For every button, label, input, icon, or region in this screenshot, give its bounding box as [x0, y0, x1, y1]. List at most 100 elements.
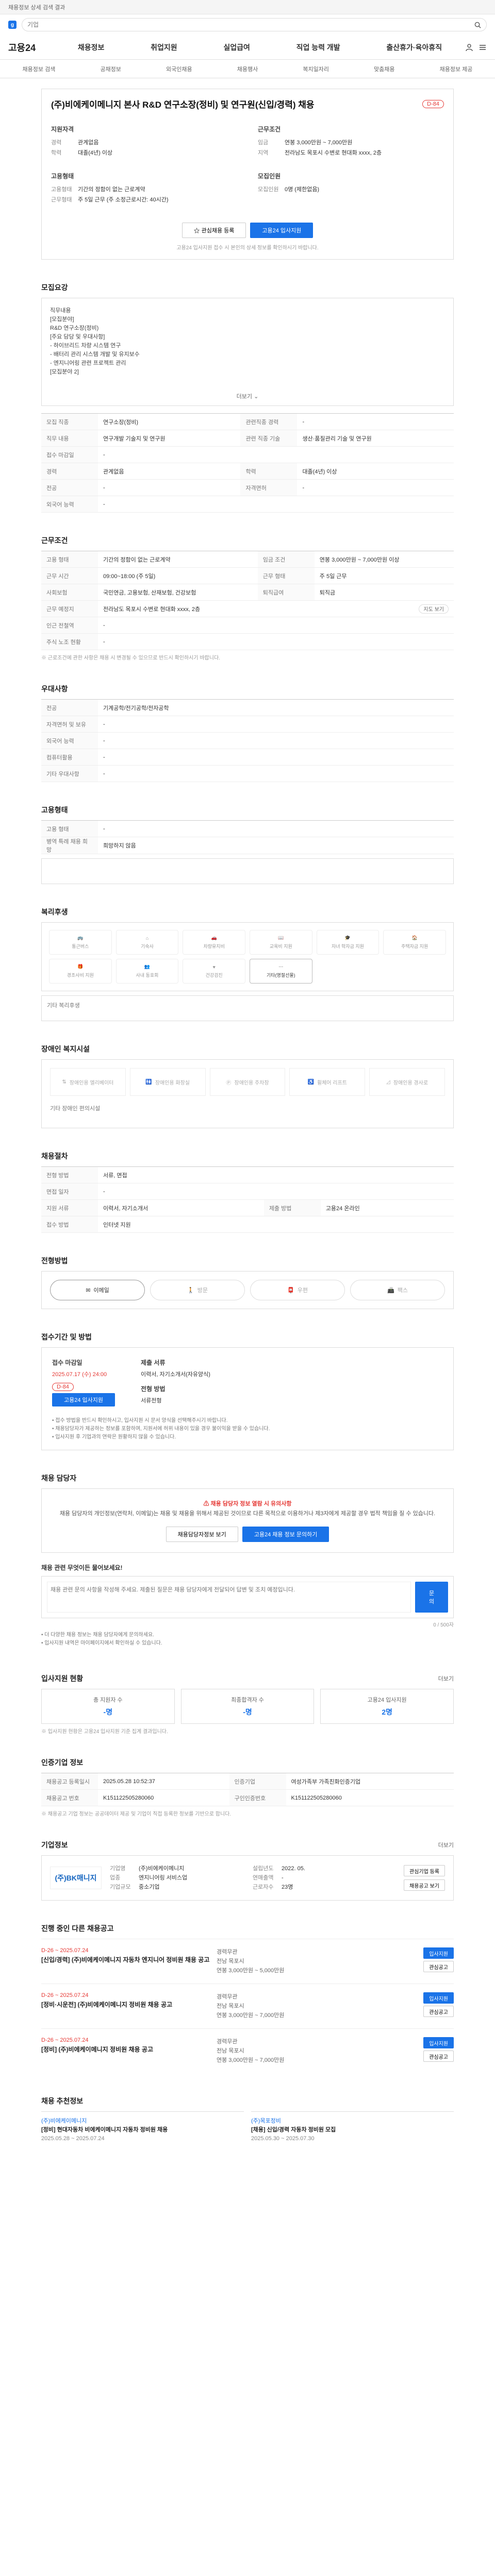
benefits-grid: 🚌 통근버스 ⌂ 기숙사 🚗 차량유지비 📖 교육비 지원 🎓 자녀 학자금 지원 🏠 주택… [42, 923, 453, 991]
table-value: 여성가족부 가족친화인증기업 [286, 1773, 454, 1790]
follow-company-button[interactable]: 관심기업 등록 [404, 1865, 445, 1876]
table-row: 자격면허 및 보유 - [41, 716, 454, 733]
stat-card: 고용24 입사지원 2명 [320, 1689, 454, 1724]
desc-line: [모집분야 2] [50, 369, 79, 375]
job-link-title[interactable]: [정비] (주)비에케이메니지 정비원 채용 공고 [41, 2045, 211, 2054]
table-row: 외국어 능력 - [41, 732, 454, 749]
brand-logo[interactable]: 고용24 [8, 41, 55, 54]
company-info-value: 23명 [282, 1884, 293, 1890]
recommend-card[interactable]: (주)비에케이메니지 [정비] 현대자동차 비에케이메니지 자동차 정비원 채용… [41, 2111, 244, 2143]
parking-icon: Ⓟ [226, 1080, 232, 1086]
map-button[interactable]: 지도 보기 [419, 604, 449, 614]
conditions-note: ※ 근로조건에 관한 사항은 채용 시 변경될 수 있으므로 반드시 확인하시기… [41, 655, 220, 661]
gnb-menu-item[interactable]: 실업급여 [223, 42, 250, 53]
summary-key: 임금 [258, 140, 269, 146]
desc-line: - 배터리 관리 시스템 개발 및 유지보수 [50, 351, 140, 358]
company-jobs-button[interactable]: 채용공고 보기 [404, 1879, 445, 1891]
table-key: 접수 방법 [41, 1216, 98, 1233]
welfare-label: 장애인용 주차장 [234, 1080, 269, 1086]
menu-icon[interactable] [478, 43, 487, 52]
user-icon[interactable] [465, 43, 473, 52]
method-visit: 🚶 방문 [150, 1280, 245, 1300]
list-item[interactable]: D-26 ~ 2025.07.24 [신입/경력] (주)비에케이메니지 자동차 … [41, 1939, 454, 1984]
company-header: 기업정보 더보기 [41, 1817, 454, 1855]
table-value: 연구소장(정비) [98, 413, 241, 430]
subnav-item[interactable]: 복지일자리 [303, 65, 329, 73]
stat-label: 총 지원자 수 [93, 1697, 123, 1703]
section-title-employ: 고용형태 [41, 806, 68, 814]
job-dates: D-26 ~ 2025.07.24 [41, 1992, 89, 1998]
qna-textarea[interactable] [47, 1582, 411, 1613]
table-row: 근무 시간 09:00~18:00 (주 5일) 근무 형태 주 5일 근무 [41, 567, 454, 584]
desc-more-link[interactable]: 더보기 ⌄ [42, 393, 453, 401]
job-apply-button[interactable]: 입사지원 [423, 1992, 454, 2004]
section-title-contact: 채용 담당자 [41, 1474, 77, 1482]
rec-title[interactable]: [정비] 현대자동차 비에케이메니지 자동차 정비원 채용 [41, 2126, 244, 2134]
table-row: 직무 내용 연구개발 기술지 및 연구원 관련 직종 기술 생산·품질관리 기술 및 … [41, 430, 454, 447]
job-title: (주)비에케이메니지 본사 R&D 연구소장(정비) 및 연구원(신입/경력) … [51, 100, 315, 110]
summary-heading: 근무조건 [258, 126, 281, 133]
company-info-row: 설립년도 2022. 05. [253, 1864, 395, 1873]
dday-badge: D-84 [422, 99, 444, 108]
table-row: 전공 기계공학/전기공학/전자공학 [41, 699, 454, 716]
summary-heading: 모집인원 [258, 173, 281, 180]
list-item[interactable]: D-26 ~ 2025.07.24 [정비] (주)비에케이메니지 정비원 채용 … [41, 2028, 454, 2073]
job-apply-button[interactable]: 입사지원 [423, 2037, 454, 2048]
table-value: 전라남도 목포시 수변로 현대화 xxxx, 2층 [98, 600, 315, 617]
job-link-title[interactable]: [정비·시운전] (주)비에케이메니지 정비원 채용 공고 [41, 2001, 211, 2009]
rec-title[interactable]: [채용] 신입/경력 자동차 정비원 모집 [251, 2126, 454, 2134]
warning-icon: ⚠ [203, 1501, 209, 1507]
subnav-item[interactable]: 공채정보 [100, 65, 121, 73]
subnav-item[interactable]: 채용정보 검색 [23, 65, 56, 73]
welfare-item: ⇅ 장애인용 엘리베이터 [50, 1068, 126, 1096]
table-value: - [98, 617, 454, 634]
recommend-card[interactable]: (주)목포정비 [채용] 신입/경력 자동차 정비원 모집 2025.05.30… [251, 2111, 454, 2143]
table-row: 접수 마감일 - [41, 446, 454, 463]
company-info-key: 기업명 [110, 1866, 126, 1872]
period-apply-button[interactable]: 고용24 입사지원 [52, 1393, 116, 1406]
stat-value: 2명 [382, 1708, 392, 1716]
table-key: 구인인증번호 [229, 1789, 286, 1806]
table-row: 모집 직종 연구소장(정비) 관련직종 경력 - [41, 413, 454, 430]
search-input[interactable] [27, 21, 470, 28]
site-logo-icon[interactable]: g [8, 21, 16, 29]
gnb-menu-item[interactable]: 직업 능력 개발 [296, 42, 340, 53]
main-content: (주)비에케이메니지 본사 R&D 연구소장(정비) 및 연구원(신입/경력) … [41, 89, 454, 2143]
summary-row: 임금 연봉 3,000만원 ~ 7,000만원 [258, 138, 444, 148]
section-title-process: 채용절차 [41, 1152, 68, 1160]
table-key: 근무 형태 [257, 567, 315, 584]
table-value: - [98, 716, 454, 733]
view-contact-button[interactable]: 채용담당자정보 보기 [166, 1527, 238, 1542]
subnav-item[interactable]: 채용행사 [237, 65, 258, 73]
detail-note: ※ 채용공고 기업 정보는 공공데이터 제공 및 기업이 직접 등록한 정보를 … [41, 1811, 232, 1817]
stats-more-link[interactable]: 더보기 [438, 1674, 454, 1683]
subnav-item[interactable]: 맞춤채용 [374, 65, 394, 73]
company-more-link[interactable]: 더보기 [438, 1841, 454, 1849]
summary-apply: 모집인원 모집인원 0명 (제한없음) [258, 172, 444, 205]
contact-warning-title: ⚠ 채용 담당자 정보 열람 시 유의사항 [52, 1499, 443, 1507]
search-icon[interactable] [474, 22, 481, 28]
cap-icon: 🎓 [344, 935, 351, 940]
apply-button[interactable]: 고용24 입사지원 [250, 223, 314, 238]
contact-btn-row: 채용담당자정보 보기 고용24 채용 정보 문의하기 [52, 1527, 443, 1542]
benefit-item: 🏠 주택자금 지원 [383, 930, 446, 955]
qna-submit-button[interactable]: 문의 [415, 1582, 448, 1613]
gnb-menu-item[interactable]: 출산휴가·육아휴직 [386, 42, 442, 53]
subnav-item[interactable]: 채용정보 제공 [440, 65, 473, 73]
job-scrap-button[interactable]: 관심공고 [423, 1961, 454, 1972]
job-link-title[interactable]: [신입/경력] (주)비에케이메니지 자동차 엔지니어 정비원 채용 공고 [41, 1956, 211, 1964]
gnb-menu-item[interactable]: 채용정보 [78, 42, 105, 53]
table-value: 주 5일 근무 [314, 567, 454, 584]
list-item[interactable]: D-26 ~ 2025.07.24 [정비·시운전] (주)비에케이메니지 정비원… [41, 1984, 454, 2028]
desc-more-label: 더보기 [236, 394, 253, 400]
gnb-menu-item[interactable]: 취업지원 [151, 42, 177, 53]
scrap-button[interactable]: 관심채용 등록 [182, 223, 246, 238]
job-apply-button[interactable]: 입사지원 [423, 1947, 454, 1959]
job-scrap-button[interactable]: 관심공고 [423, 2006, 454, 2017]
inquiry-button[interactable]: 고용24 채용 정보 문의하기 [242, 1527, 329, 1542]
section-title-recommend: 채용 추천정보 [41, 2097, 84, 2105]
benefit-item: 📖 교육비 지원 [249, 930, 312, 955]
subnav-item[interactable]: 외국인채용 [166, 65, 192, 73]
job-scrap-button[interactable]: 관심공고 [423, 2050, 454, 2062]
company-info-row: 업종 엔지니어링 서비스업 [110, 1873, 253, 1883]
